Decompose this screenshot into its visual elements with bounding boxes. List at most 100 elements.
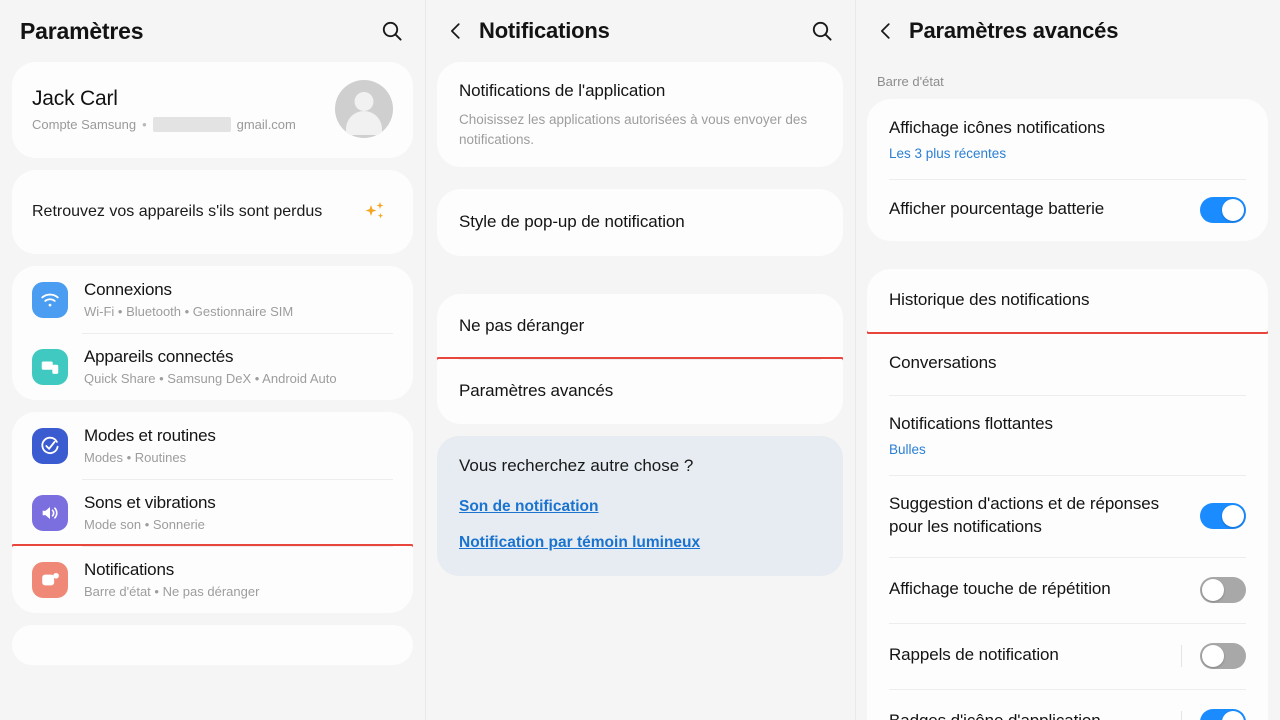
- chevron-left-icon[interactable]: [443, 18, 469, 44]
- wifi-icon: [32, 281, 68, 318]
- item-subtitle: Quick Share • Samsung DeX • Android Auto: [84, 371, 337, 386]
- tip-link-son-de-notification[interactable]: Son de notification: [459, 498, 821, 516]
- devices-icon: [32, 348, 68, 385]
- item-subtitle: Wi-Fi • Bluetooth • Gestionnaire SIM: [84, 304, 294, 319]
- item-subtitle: Modes • Routines: [84, 450, 187, 465]
- item-title: Notifications de l'application: [459, 81, 666, 100]
- item-text: Sons et vibrations Mode son • Sonnerie: [84, 493, 393, 532]
- panel-divider: [425, 0, 426, 720]
- item-title: Notifications: [84, 560, 174, 579]
- item-title: Style de pop-up de notification: [459, 212, 685, 232]
- item-text: Appareils connectés Quick Share • Samsun…: [84, 347, 393, 386]
- item-title: Affichage touche de répétition: [889, 579, 1111, 599]
- toggle-afficher-pourcentage-batterie[interactable]: [1200, 196, 1246, 223]
- toggle-rappels-de-notification[interactable]: [1200, 642, 1246, 669]
- chevron-left-icon[interactable]: [873, 18, 899, 44]
- status-bar-card: Affichage icônes notifications Les 3 plu…: [867, 99, 1268, 241]
- sidebar-item-sons-et-vibrations[interactable]: Sons et vibrations Mode son • Sonnerie: [12, 479, 413, 546]
- profile-row[interactable]: Jack Carl Compte Samsung • gmail.com: [12, 62, 413, 158]
- panel-settings: Paramètres Jack Carl Compte Samsung • gm…: [0, 0, 425, 720]
- notification-options-card: Ne pas déranger Paramètres avancés: [437, 294, 843, 424]
- item-subtitle: Barre d'état • Ne pas déranger: [84, 584, 260, 599]
- item-title: Paramètres avancés: [459, 380, 614, 400]
- item-title: Afficher pourcentage batterie: [889, 199, 1105, 219]
- separator-dot: •: [142, 116, 147, 132]
- find-device-card[interactable]: Retrouvez vos appareils s'ils sont perdu…: [12, 170, 413, 254]
- avatar-head: [354, 92, 374, 111]
- item-title: Ne pas déranger: [459, 316, 585, 335]
- item-title: Connexions: [84, 280, 172, 299]
- find-device-row[interactable]: Retrouvez vos appareils s'ils sont perdu…: [12, 170, 413, 254]
- tip-box: Vous recherchez autre chose ? Son de not…: [437, 435, 843, 576]
- sidebar-item-appareils-connectes[interactable]: Appareils connectés Quick Share • Samsun…: [12, 333, 413, 400]
- item-conversations[interactable]: Conversations: [867, 331, 1268, 395]
- avatar[interactable]: [335, 80, 393, 138]
- item-historique-des-notifications[interactable]: Historique des notifications: [867, 268, 1268, 334]
- advanced-header: Paramètres avancés: [855, 0, 1280, 62]
- toggle-knob: [1222, 504, 1244, 527]
- three-panel-screenshot: Paramètres Jack Carl Compte Samsung • gm…: [0, 0, 1280, 720]
- notifications-header: Notifications: [425, 0, 855, 62]
- item-badges-icone-application[interactable]: Badges d'icône d'application: [867, 688, 1268, 720]
- card-spacer: [855, 253, 1280, 269]
- item-title: Modes et routines: [84, 426, 216, 445]
- item-text: Modes et routines Modes • Routines: [84, 426, 393, 465]
- item-afficher-pourcentage-batterie[interactable]: Afficher pourcentage batterie: [867, 178, 1268, 241]
- toggle-badges-icone-application[interactable]: [1200, 708, 1246, 720]
- app-notifications-row[interactable]: Notifications de l'application Choisisse…: [437, 62, 843, 167]
- search-icon[interactable]: [377, 16, 407, 46]
- item-rappels-de-notification[interactable]: Rappels de notification: [867, 622, 1268, 689]
- search-icon[interactable]: [807, 16, 837, 46]
- popup-style-row[interactable]: Style de pop-up de notification: [437, 189, 843, 256]
- item-text: Notifications Barre d'état • Ne pas déra…: [84, 560, 393, 599]
- item-value: Les 3 plus récentes: [889, 145, 1007, 161]
- sidebar-item-notifications[interactable]: Notifications Barre d'état • Ne pas déra…: [12, 544, 413, 613]
- item-affichage-touche-repetition[interactable]: Affichage touche de répétition: [867, 556, 1268, 623]
- toggle-suggestion-actions-reponses[interactable]: [1200, 502, 1246, 529]
- sidebar-item-modes-et-routines[interactable]: Modes et routines Modes • Routines: [12, 412, 413, 479]
- page-title: Paramètres avancés: [909, 18, 1119, 43]
- item-title: Rappels de notification: [889, 645, 1059, 665]
- item-title: Conversations: [889, 352, 997, 372]
- sound-icon: [32, 494, 68, 531]
- item-description: Choisissez les applications autorisées à…: [459, 111, 808, 147]
- avatar-body: [346, 111, 382, 135]
- item-title: Historique des notifications: [889, 289, 1090, 309]
- item-title: Appareils connectés: [84, 347, 234, 366]
- item-notifications-flottantes[interactable]: Notifications flottantes Bulles: [867, 394, 1268, 475]
- item-suggestion-actions-reponses[interactable]: Suggestion d'actions et de réponses pour…: [867, 474, 1268, 557]
- item-ne-pas-deranger[interactable]: Ne pas déranger: [437, 294, 843, 359]
- popup-style-card[interactable]: Style de pop-up de notification: [437, 189, 843, 256]
- panel-advanced-settings: Paramètres avancés Barre d'état Affichag…: [855, 0, 1280, 720]
- settings-group-partial: [12, 625, 413, 665]
- section-label-barre-detat: Barre d'état: [877, 74, 944, 89]
- tip-link-notification-temoin-lumineux[interactable]: Notification par témoin lumineux: [459, 534, 821, 552]
- notifications-icon: [32, 561, 68, 598]
- panel-divider: [855, 0, 856, 720]
- card-spacer: [425, 268, 855, 294]
- toggle-knob: [1202, 644, 1224, 667]
- advanced-options-card: Historique des notifications Conversatio…: [867, 268, 1268, 720]
- page-title: Paramètres: [20, 17, 144, 44]
- toggle-divider: [1181, 710, 1182, 720]
- profile-subtitle: Compte Samsung • gmail.com: [32, 116, 335, 132]
- item-title: Suggestion d'actions et de réponses pour…: [889, 493, 1160, 536]
- toggle-divider: [1181, 644, 1182, 667]
- settings-group-modes: Modes et routines Modes • Routines Sons …: [12, 412, 413, 613]
- item-title: Affichage icônes notifications: [889, 118, 1105, 137]
- settings-group-connections: Connexions Wi-Fi • Bluetooth • Gestionna…: [12, 266, 413, 400]
- sidebar-item-connexions[interactable]: Connexions Wi-Fi • Bluetooth • Gestionna…: [12, 266, 413, 333]
- profile-card[interactable]: Jack Carl Compte Samsung • gmail.com: [12, 62, 413, 158]
- item-parametres-avances[interactable]: Paramètres avancés: [437, 356, 843, 424]
- toggle-affichage-touche-repetition[interactable]: [1200, 576, 1246, 603]
- panel-notifications: Notifications Notifications de l'applica…: [425, 0, 855, 720]
- find-device-label: Retrouvez vos appareils s'ils sont perdu…: [32, 203, 323, 221]
- item-title: Sons et vibrations: [84, 493, 216, 512]
- item-affichage-icones-notifications[interactable]: Affichage icônes notifications Les 3 plu…: [867, 99, 1268, 179]
- profile-text: Jack Carl Compte Samsung • gmail.com: [32, 87, 335, 132]
- item-subtitle: Mode son • Sonnerie: [84, 517, 205, 532]
- item-title: Notifications flottantes: [889, 413, 1053, 433]
- card-spacer: [425, 179, 855, 189]
- app-notifications-card[interactable]: Notifications de l'application Choisisse…: [437, 62, 843, 168]
- toggle-knob: [1202, 578, 1224, 601]
